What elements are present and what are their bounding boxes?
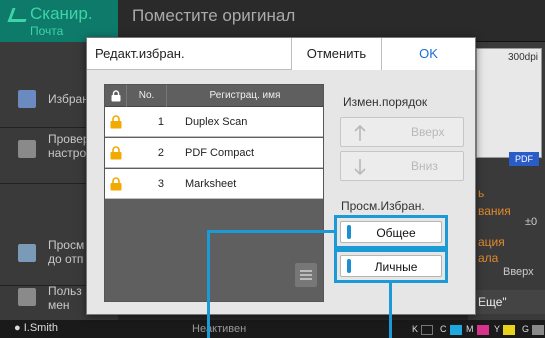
left-menu-label: Польз мен <box>48 284 82 312</box>
lock-icon <box>111 90 121 102</box>
row-name: Marksheet <box>185 178 237 190</box>
app-name: Сканир. <box>30 4 93 23</box>
status-state: Неактивен <box>192 323 247 335</box>
format-badge: PDF <box>509 152 539 166</box>
ok-button[interactable]: OK <box>381 38 475 70</box>
lock-icon <box>110 177 122 191</box>
status-bar <box>0 320 545 338</box>
preview-doc-icon <box>18 244 36 262</box>
scan-preview-thumbnail <box>476 48 542 158</box>
ink-swatch <box>532 324 545 335</box>
arrow-up-icon <box>354 124 366 141</box>
move-down-button[interactable]: Вниз <box>340 151 464 181</box>
ink-swatch <box>503 324 516 335</box>
table-row[interactable]: 2 PDF Compact <box>105 138 323 168</box>
favorites-icon <box>18 90 36 108</box>
callout-line <box>389 281 392 338</box>
row-name: PDF Compact <box>185 147 255 159</box>
personal-highlight: Личные <box>334 249 448 283</box>
move-down-label: Вниз <box>411 159 438 173</box>
personal-button[interactable]: Личные <box>340 255 442 277</box>
status-user: ● I.Smith <box>14 322 58 334</box>
row-number: 3 <box>157 178 164 190</box>
row-number: 2 <box>157 147 164 159</box>
right-item-2[interactable]: ация ала <box>478 234 505 266</box>
callout-line <box>207 230 336 233</box>
no-column-header: No. <box>127 85 167 107</box>
move-up-button[interactable]: Вверх <box>340 117 464 147</box>
table-row[interactable]: 1 Duplex Scan <box>105 107 323 137</box>
lock-column-header <box>105 85 127 107</box>
move-up-label: Вверх <box>411 125 445 139</box>
list-menu-icon[interactable] <box>295 263 317 287</box>
ink-swatch <box>421 324 434 335</box>
dialog-title: Редакт.избран. <box>95 46 185 61</box>
cancel-button[interactable]: Отменить <box>291 38 381 70</box>
common-button[interactable]: Общее <box>340 221 442 243</box>
table-header: No. Регистрац. имя <box>105 85 323 107</box>
right-item-1[interactable]: ь вания <box>478 184 511 220</box>
dialog-header: Редакт.избран. Отменить OK <box>87 38 475 70</box>
ink-level-m: M <box>466 324 489 335</box>
common-highlight: Общее <box>334 215 448 249</box>
ink-level-c: C <box>440 324 462 335</box>
right-item-1-value: ±0 <box>525 216 538 228</box>
table-row[interactable]: 3 Marksheet <box>105 169 323 199</box>
lock-icon <box>110 115 122 129</box>
callout-line <box>207 230 210 338</box>
user-name: I.Smith <box>23 322 58 334</box>
arrow-down-icon <box>354 159 366 176</box>
list-icon <box>18 140 36 158</box>
device-screen: Сканир. Почта Поместите оригинал Избран … <box>0 0 545 338</box>
resolution-label: 300dpi <box>508 52 539 63</box>
back-arrow-icon <box>7 8 31 22</box>
ink-level-y: Y <box>494 324 516 335</box>
name-column-header: Регистрац. имя <box>209 90 281 101</box>
ink-label: C <box>440 324 447 334</box>
ink-label: Y <box>494 324 501 334</box>
row-name: Duplex Scan <box>185 116 248 128</box>
ink-swatch <box>449 324 462 335</box>
ink-level-k: K <box>412 324 434 335</box>
background-title: Поместите оригинал <box>132 6 296 25</box>
favorites-table: No. Регистрац. имя 1 Duplex Scan 2 PDF C… <box>104 84 324 302</box>
right-item-2-value: Вверх <box>503 266 534 278</box>
left-menu-label: Провер настро <box>48 132 90 160</box>
app-tab-scan[interactable]: Сканир. Почта <box>0 0 118 42</box>
left-menu-label: Просм до отп <box>48 238 85 266</box>
common-label: Общее <box>376 226 416 240</box>
row-number: 1 <box>157 116 164 128</box>
ink-label: K <box>412 324 419 334</box>
view-favorites-label: Просм.Избран. <box>341 199 425 213</box>
personal-label: Личные <box>374 260 418 274</box>
lock-icon <box>110 146 122 160</box>
ink-label: G <box>522 324 530 334</box>
ink-swatch <box>476 324 489 335</box>
reorder-label: Измен.порядок <box>343 95 428 109</box>
left-menu-label: Избран <box>48 92 89 106</box>
ink-level-g: G <box>522 324 545 335</box>
ink-label: M <box>466 324 474 334</box>
user-icon: ● <box>14 322 21 334</box>
app-subtitle: Почта <box>30 24 64 38</box>
wrench-icon <box>18 288 36 306</box>
more-button[interactable]: Еще" <box>468 290 545 314</box>
